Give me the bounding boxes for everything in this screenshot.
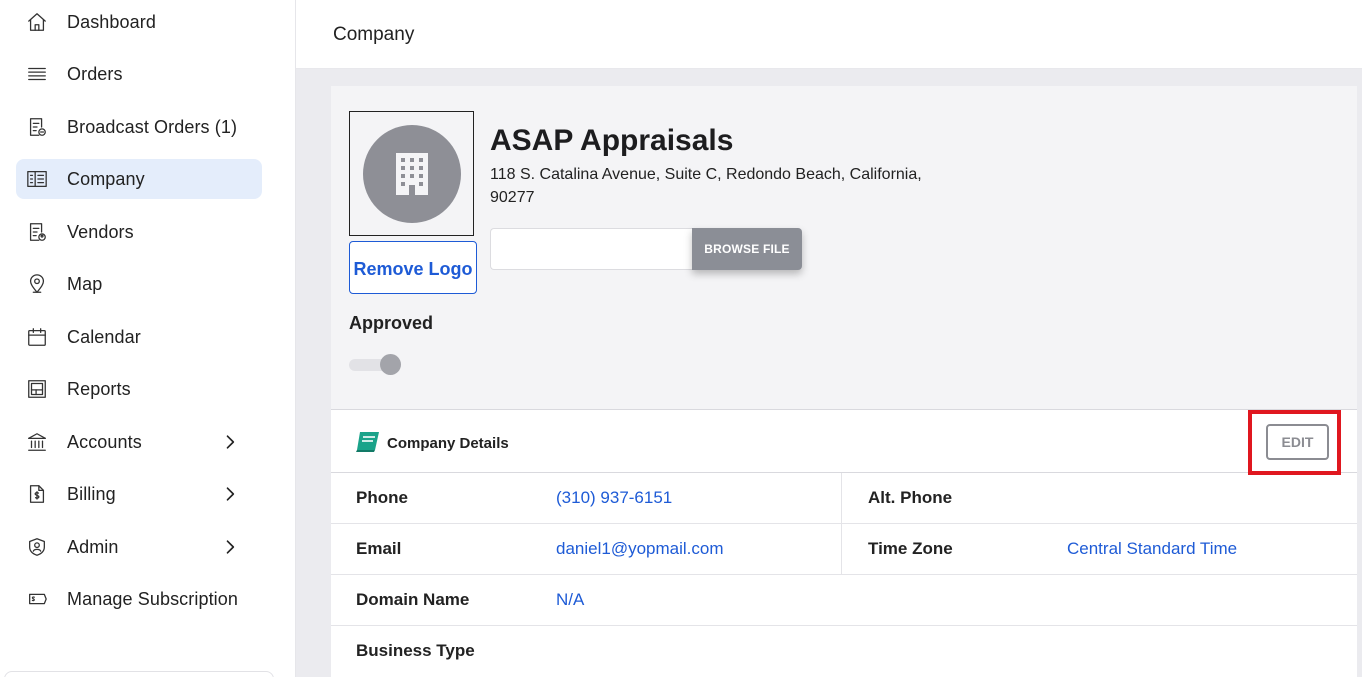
company-logo: [349, 111, 474, 236]
page-header: Company: [296, 0, 1362, 69]
timezone-value: Central Standard Time: [1067, 539, 1238, 558]
sidebar-item-label: Calendar: [67, 326, 141, 347]
table-row: Domain Name N/A: [331, 575, 1357, 626]
email-label: Email: [356, 539, 402, 558]
company-details-title: Company Details: [387, 435, 509, 452]
domain-name-label: Domain Name: [356, 590, 470, 609]
sidebar-item-label: Accounts: [67, 431, 142, 452]
edit-button[interactable]: EDIT: [1266, 424, 1329, 460]
table-row: Email daniel1@yopmail.com Time Zone Cent…: [331, 524, 1357, 575]
approved-label: Approved: [349, 313, 434, 333]
domain-name-value: N/A: [556, 590, 585, 609]
approved-toggle[interactable]: [349, 352, 401, 376]
subscription-icon: [26, 588, 48, 610]
chevron-right-icon[interactable]: [220, 537, 240, 557]
reports-icon: [26, 378, 48, 400]
sidebar-item-label: Vendors: [67, 221, 134, 242]
logo-file-input[interactable]: [490, 228, 694, 270]
sidebar-item-calendar[interactable]: Calendar: [16, 317, 262, 357]
building-icon: [362, 124, 461, 223]
browse-file-button[interactable]: BROWSE FILE: [692, 228, 802, 270]
sidebar-item-accounts[interactable]: Accounts: [16, 422, 262, 462]
sidebar-item-reports[interactable]: Reports: [16, 369, 262, 409]
alt-phone-label: Alt. Phone: [868, 488, 953, 507]
broadcast-orders-icon: [26, 116, 48, 138]
phone-label: Phone: [356, 488, 408, 507]
sidebar-item-label: Map: [67, 273, 103, 294]
remove-logo-button[interactable]: Remove Logo: [349, 241, 477, 294]
business-type-label: Business Type: [356, 641, 475, 660]
app-root: Dashboard Orders Broadcast Orders (1) Co…: [0, 0, 1362, 677]
chevron-right-icon[interactable]: [220, 432, 240, 452]
company-address: 118 S. Catalina Avenue, Suite C, Redondo…: [490, 166, 922, 206]
main-content: Remove Logo ASAP Appraisals 118 S. Catal…: [296, 69, 1362, 677]
toggle-thumb: [380, 354, 401, 375]
sidebar-item-label: Dashboard: [67, 11, 156, 32]
sidebar-item-manage-subscription[interactable]: Manage Subscription: [16, 579, 262, 619]
sidebar-item-label: Broadcast Orders (1): [67, 116, 238, 137]
page-title: Company: [333, 24, 415, 45]
table-row: Business Type: [331, 626, 1357, 677]
map-pin-icon: [26, 273, 48, 295]
company-profile-card: Remove Logo ASAP Appraisals 118 S. Catal…: [331, 86, 1357, 409]
phone-value[interactable]: (310) 937-6151: [556, 488, 672, 508]
sidebar-item-billing[interactable]: Billing: [16, 474, 262, 514]
company-details-card: Company Details EDIT Phone (310) 937-615…: [331, 409, 1357, 677]
sidebar-item-label: Reports: [67, 378, 131, 399]
list-icon: [26, 63, 48, 85]
sidebar-item-vendors[interactable]: Vendors: [16, 212, 262, 252]
sidebar-item-label: Admin: [67, 536, 119, 557]
sidebar-item-company[interactable]: Company: [16, 159, 262, 199]
sidebar-item-admin[interactable]: Admin: [16, 527, 262, 567]
sidebar-item-label: Company: [67, 168, 145, 189]
sidebar-item-label: Billing: [67, 483, 116, 504]
company-icon: [26, 168, 48, 190]
billing-icon: [26, 483, 48, 505]
column-divider: [841, 473, 842, 524]
calendar-icon: [26, 326, 48, 348]
sidebar-item-map[interactable]: Map: [16, 264, 262, 304]
sidebar-item-dashboard[interactable]: Dashboard: [16, 2, 262, 42]
sidebar-item-orders[interactable]: Orders: [16, 54, 262, 94]
table-row: Phone (310) 937-6151 Alt. Phone: [331, 473, 1357, 524]
vendors-icon: [26, 221, 48, 243]
company-details-header: Company Details EDIT: [331, 410, 1357, 475]
email-value[interactable]: daniel1@yopmail.com: [556, 539, 724, 559]
chevron-right-icon[interactable]: [220, 484, 240, 504]
sidebar-item-broadcast-orders[interactable]: Broadcast Orders (1): [16, 107, 262, 147]
bank-icon: [26, 431, 48, 453]
column-divider: [841, 524, 842, 575]
home-icon: [26, 11, 48, 33]
shield-user-icon: [26, 536, 48, 558]
sidebar-item-label: Orders: [67, 63, 123, 84]
sidebar-footer-card: [4, 671, 274, 677]
book-icon: [354, 430, 382, 454]
sidebar: Dashboard Orders Broadcast Orders (1) Co…: [0, 0, 296, 677]
company-name: ASAP Appraisals: [490, 124, 734, 157]
sidebar-item-label: Manage Subscription: [67, 588, 239, 609]
timezone-label: Time Zone: [868, 539, 953, 558]
